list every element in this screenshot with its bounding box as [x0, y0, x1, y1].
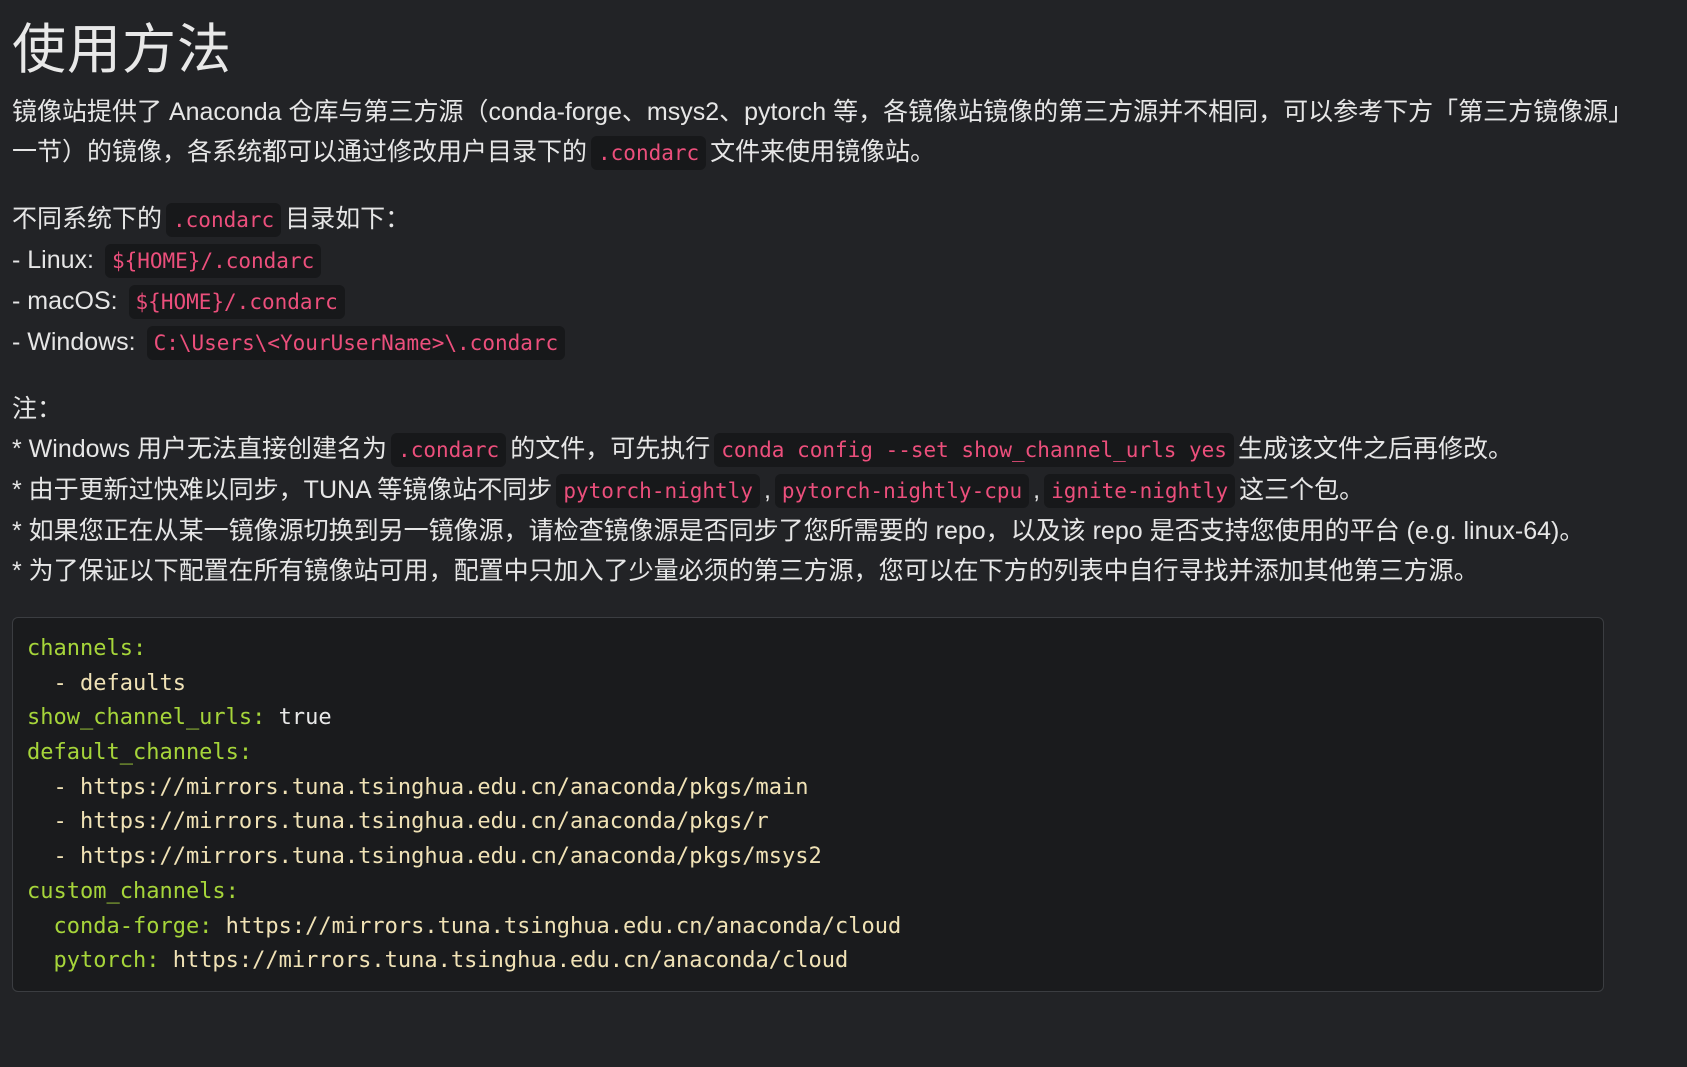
dir-item-windows: - Windows: C:\Users\<YourUserName>\.cond…	[12, 322, 1632, 363]
dir-label: - Linux:	[12, 246, 94, 274]
dirs-intro-text-end: 目录如下：	[285, 205, 411, 233]
yaml-list-item: - https://mirrors.tuna.tsinghua.edu.cn/a…	[27, 774, 809, 800]
yaml-value: true	[265, 705, 332, 731]
inline-code-package: pytorch-nightly-cpu	[774, 474, 1030, 508]
yaml-list-item: - https://mirrors.tuna.tsinghua.edu.cn/a…	[27, 809, 769, 835]
inline-code-package: ignite-nightly	[1044, 474, 1236, 508]
yaml-value: https://mirrors.tuna.tsinghua.edu.cn/ana…	[159, 948, 849, 974]
notes-section: 注： * Windows 用户无法直接创建名为 .condarc 的文件，可先执行 c…	[12, 389, 1632, 591]
yaml-value: - defaults	[27, 670, 186, 696]
yaml-key: default_channels:	[27, 740, 253, 766]
yaml-key: custom_channels:	[27, 878, 239, 904]
note-switch: * 如果您正在从某一镜像源切换到另一镜像源，请检查镜像源是否同步了您所需要的 r…	[12, 517, 1585, 545]
inline-code-condarc: .condarc	[166, 203, 282, 237]
note-config: * 为了保证以下配置在所有镜像站可用，配置中只加入了少量必须的第三方源，您可以在…	[12, 557, 1479, 585]
yaml-key: pytorch:	[27, 948, 160, 974]
page-title: 使用方法	[12, 20, 232, 80]
note-text: 这三个包。	[1239, 476, 1365, 504]
dir-item-linux: - Linux: ${HOME}/.condarc	[12, 240, 1632, 281]
inline-code-command: conda config --set show_channel_urls yes	[714, 433, 1234, 467]
separator: ,	[1033, 476, 1041, 504]
intro-text-end: 文件来使用镜像站。	[710, 138, 936, 166]
condarc-code-block[interactable]: channels: - defaults show_channel_urls: t…	[12, 617, 1604, 992]
dir-label: - Windows:	[12, 328, 136, 356]
inline-code-condarc: .condarc	[591, 136, 707, 170]
yaml-value: https://mirrors.tuna.tsinghua.edu.cn/ana…	[212, 913, 902, 939]
dir-label: - macOS:	[12, 287, 118, 315]
yaml-list-item: - https://mirrors.tuna.tsinghua.edu.cn/a…	[27, 844, 822, 870]
yaml-key: channels:	[27, 636, 147, 661]
dir-path: ${HOME}/.condarc	[104, 244, 322, 278]
note-nightly: * 由于更新过快难以同步，TUNA 等镜像站不同步 pytorch-nightly…	[12, 470, 1632, 511]
note-windows: * Windows 用户无法直接创建名为 .condarc 的文件，可先执行 cond…	[12, 429, 1632, 470]
notes-title: 注：	[12, 395, 63, 423]
note-text: * 由于更新过快难以同步，TUNA 等镜像站不同步	[12, 476, 553, 504]
dir-item-macos: - macOS: ${HOME}/.condarc	[12, 281, 1632, 322]
inline-code-condarc: .condarc	[391, 433, 507, 467]
inline-code-package: pytorch-nightly	[556, 474, 760, 508]
dirs-intro: 不同系统下的 .condarc 目录如下：	[12, 199, 1632, 240]
yaml-key: show_channel_urls:	[27, 705, 266, 731]
note-text: 的文件，可先执行	[510, 435, 711, 463]
yaml-key: conda-forge:	[27, 913, 213, 939]
separator: ,	[763, 476, 771, 504]
dirs-intro-text: 不同系统下的	[12, 205, 163, 233]
intro-paragraph: 镜像站提供了 Anaconda 仓库与第三方源（conda-forge、msys…	[12, 92, 1632, 173]
dir-path: C:\Users\<YourUserName>\.condarc	[146, 326, 566, 360]
dirs-section: 不同系统下的 .condarc 目录如下： - Linux: ${HOME}/.co…	[12, 199, 1632, 363]
dir-path: ${HOME}/.condarc	[128, 285, 345, 319]
note-text: 生成该文件之后再修改。	[1237, 435, 1513, 463]
note-text: * Windows 用户无法直接创建名为	[12, 435, 388, 463]
page: 使用方法 镜像站提供了 Anaconda 仓库与第三方源（conda-forge…	[0, 0, 1644, 992]
